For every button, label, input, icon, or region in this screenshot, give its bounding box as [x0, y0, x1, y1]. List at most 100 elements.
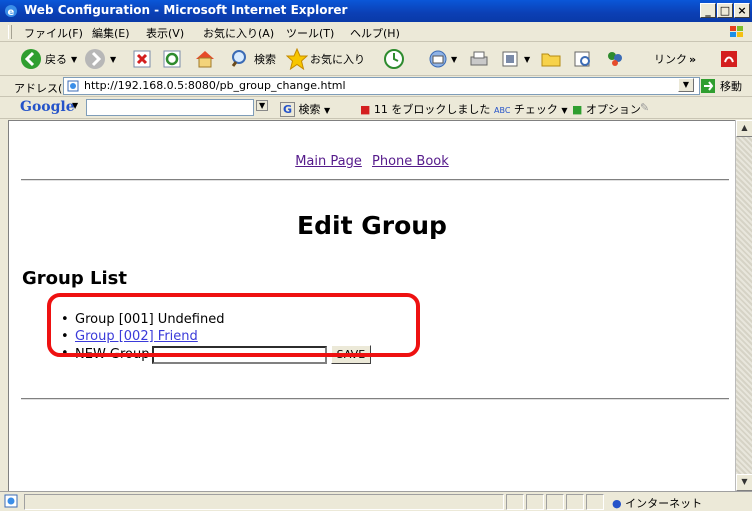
top-divider — [21, 179, 729, 181]
back-dropdown-icon[interactable]: ▼ — [71, 55, 77, 64]
status-cell — [526, 494, 544, 510]
chevron-more-icon[interactable]: » — [689, 53, 696, 66]
messenger-icon — [608, 52, 622, 66]
refresh-button[interactable] — [162, 47, 182, 71]
main-page-link[interactable]: Main Page — [295, 154, 362, 169]
refresh-icon — [163, 50, 181, 68]
status-cell — [566, 494, 584, 510]
print-button[interactable] — [468, 47, 490, 71]
security-zone: ● インターネット — [612, 495, 702, 511]
popup-blocker-button[interactable]: ■ 11 をブロックしました — [360, 101, 490, 117]
windows-logo-icon — [730, 26, 743, 37]
menu-edit[interactable]: 編集(E) — [92, 25, 130, 41]
google-options-button[interactable]: ■ オプション — [572, 101, 641, 117]
printer-icon — [470, 51, 488, 66]
google-menu-dropdown-icon[interactable]: ▼ — [72, 101, 78, 110]
google-search-button[interactable]: G 検索 ▼ — [280, 101, 330, 117]
mail-dropdown-icon[interactable]: ▼ — [451, 55, 457, 64]
window-title: Web Configuration - Microsoft Internet E… — [24, 3, 348, 17]
google-search-label: 検索 — [298, 103, 321, 116]
google-search-options-icon[interactable]: ▼ — [324, 106, 330, 115]
menu-view[interactable]: 表示(V) — [146, 25, 184, 41]
home-button[interactable] — [194, 47, 216, 71]
svg-text:e: e — [8, 7, 15, 18]
popup-blocker-icon: ■ — [360, 103, 371, 116]
stop-icon — [133, 50, 151, 68]
mail-button[interactable]: ▼ — [427, 47, 457, 71]
links-button[interactable]: リンク » — [654, 47, 696, 71]
list-item: Group [001] Undefined — [61, 311, 371, 328]
nav-links: Main Page Phone Book — [9, 154, 735, 169]
address-dropdown-icon[interactable]: ▼ — [678, 78, 694, 92]
edit-button[interactable]: ▼ — [500, 47, 530, 71]
pdf-icon — [721, 51, 737, 67]
new-group-input[interactable] — [151, 345, 327, 364]
zone-label: インターネット — [625, 497, 703, 510]
save-button[interactable]: SAVE — [330, 345, 372, 364]
edit-dropdown-icon[interactable]: ▼ — [524, 55, 530, 64]
menu-help[interactable]: ヘルプ(H) — [350, 25, 400, 41]
history-button[interactable] — [383, 47, 405, 71]
globe-icon: ● — [612, 497, 622, 510]
page-status-icon — [4, 494, 18, 508]
back-label: 戻る — [45, 53, 67, 66]
menu-favorites[interactable]: お気に入り(A) — [203, 25, 274, 41]
history-icon — [384, 49, 404, 69]
address-input[interactable]: http://192.168.0.5:8080/pb_group_change.… — [63, 77, 700, 95]
title-bar: e Web Configuration - Microsoft Internet… — [0, 0, 752, 22]
folder-icon — [541, 53, 561, 67]
page-title: Edit Group — [297, 211, 447, 240]
popup-blocked-label: 11 をブロックしました — [373, 103, 491, 116]
research-button[interactable] — [572, 47, 594, 71]
forward-arrow-icon — [85, 49, 105, 69]
vertical-scrollbar[interactable]: ▲ ▼ — [735, 120, 752, 491]
go-arrow-icon — [701, 79, 715, 93]
pencil-icon[interactable]: ✎ — [640, 101, 649, 114]
home-icon — [196, 51, 214, 68]
go-button[interactable]: 移動 — [700, 77, 742, 95]
list-item: NEW Group SAVE — [61, 345, 372, 364]
google-search-input[interactable] — [86, 99, 254, 116]
search-icon — [231, 50, 246, 67]
spell-check-label: チェック — [513, 103, 558, 116]
status-cell — [586, 494, 604, 510]
messenger-button[interactable] — [604, 47, 626, 71]
list-item: Group [002] Friend — [61, 328, 371, 345]
go-label: 移動 — [720, 80, 742, 93]
back-arrow-icon — [21, 49, 41, 69]
menu-file[interactable]: ファイル(F) — [24, 25, 83, 41]
options-icon: ■ — [572, 103, 583, 116]
links-label: リンク — [654, 53, 687, 66]
close-button[interactable]: × — [734, 3, 750, 18]
favorites-label: お気に入り — [310, 53, 365, 66]
status-cell — [546, 494, 564, 510]
acrobat-button[interactable] — [718, 47, 740, 71]
minimize-button[interactable]: _ — [700, 3, 716, 18]
forward-button[interactable]: ▼ — [84, 47, 116, 71]
status-bar: ● インターネット — [0, 491, 752, 511]
scroll-down-icon[interactable]: ▼ — [736, 474, 752, 491]
group-item-link[interactable]: Group [002] Friend — [75, 329, 198, 344]
maximize-button[interactable]: □ — [717, 3, 733, 18]
google-logo[interactable]: Google — [20, 99, 75, 115]
stop-button[interactable] — [132, 47, 152, 71]
google-toolbar: Google ▼ ▼ G 検索 ▼ ■ 11 をブロックしました ABC チェッ… — [0, 97, 752, 119]
spell-check-button[interactable]: ABC チェック ▼ — [494, 101, 568, 117]
ie-app-icon: e — [5, 5, 17, 18]
mail-icon — [429, 50, 447, 68]
google-search-dropdown-icon[interactable]: ▼ — [256, 100, 269, 111]
search-button[interactable]: 検索 — [230, 47, 276, 71]
phone-book-link[interactable]: Phone Book — [372, 154, 449, 169]
status-cell — [506, 494, 524, 510]
back-button[interactable]: 戻る ▼ — [20, 47, 77, 71]
forward-dropdown-icon[interactable]: ▼ — [110, 55, 116, 64]
scroll-up-icon[interactable]: ▲ — [736, 120, 752, 137]
discuss-button[interactable] — [540, 47, 562, 71]
address-bar: アドレス(D) http://192.168.0.5:8080/pb_group… — [0, 76, 752, 97]
menu-tools[interactable]: ツール(T) — [286, 25, 334, 41]
spellcheck-icon: ABC — [494, 106, 511, 115]
spell-check-dropdown-icon[interactable]: ▼ — [561, 106, 567, 115]
group-list: Group [001] Undefined Group [002] Friend… — [61, 311, 372, 364]
favorites-button[interactable]: お気に入り — [286, 47, 365, 71]
address-url: http://192.168.0.5:8080/pb_group_change.… — [84, 79, 346, 92]
